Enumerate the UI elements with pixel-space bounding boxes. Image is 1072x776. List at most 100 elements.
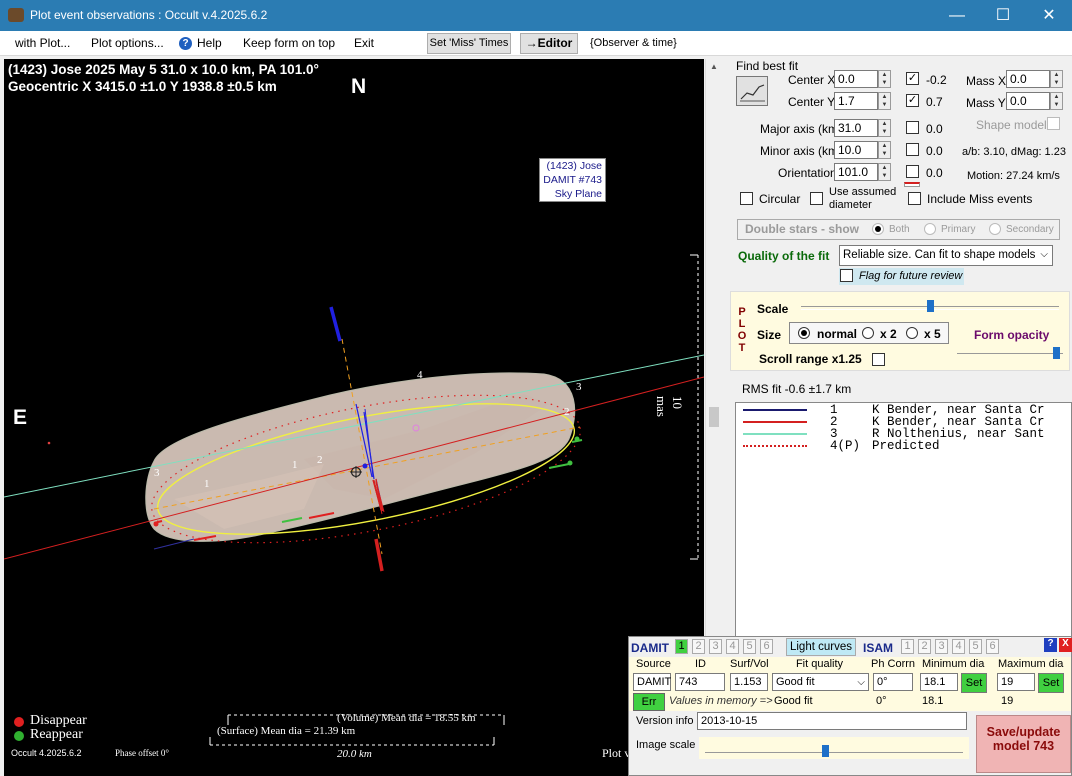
center-y-check[interactable]: ✓ [906, 94, 919, 107]
image-scale-slider-thumb[interactable] [822, 745, 829, 757]
center-x-spinner[interactable]: ▲ ▼ [878, 70, 891, 88]
surf-vol-input[interactable]: 1.153 [730, 673, 768, 691]
orientation-check[interactable] [906, 165, 919, 178]
plot-letter-t: T [738, 342, 746, 354]
id-input[interactable]: 743 [675, 673, 725, 691]
opacity-slider-track[interactable] [957, 353, 1063, 357]
plot-canvas[interactable]: (1423) Jose 2025 May 5 31.0 x 10.0 km, P… [4, 59, 704, 776]
size-x2-radio[interactable] [862, 327, 874, 339]
menu-exit[interactable]: Exit [354, 36, 374, 50]
minor-axis-spinner[interactable]: ▲ ▼ [878, 141, 891, 159]
menu-plot-options[interactable]: Plot options... [91, 36, 164, 50]
isam-tab-6[interactable]: 6 [986, 639, 999, 654]
occult-version-label: Occult 4.2025.6.2 [11, 748, 82, 758]
close-panel-button[interactable]: X [1059, 638, 1072, 652]
center-y-input[interactable]: 1.7 [834, 92, 878, 110]
menu-help[interactable]: Help [197, 36, 222, 50]
ph-corrn-input[interactable]: 0° [873, 673, 913, 691]
observer-list[interactable]: 1K Bender, near Santa Cr 2 K Bender, near … [735, 402, 1072, 639]
primary-radio[interactable] [924, 223, 936, 235]
center-x-check[interactable]: ✓ [906, 72, 919, 85]
image-scale-slider-track[interactable] [705, 752, 963, 755]
mass-y-input[interactable]: 0.0 [1006, 92, 1050, 110]
close-button[interactable]: ✕ [1026, 0, 1072, 31]
observer-time-label[interactable]: {Observer & time} [590, 37, 677, 49]
mass-x-input[interactable]: 0.0 [1006, 70, 1050, 88]
reappear-point [567, 460, 573, 466]
volume-dia-label: (Volume) Mean dia = 18.55 km [337, 712, 476, 724]
max-dia-input[interactable]: 19 [997, 673, 1035, 691]
help-icon[interactable]: ? [179, 37, 192, 50]
source-label: Source [636, 658, 671, 670]
set-max-dia-button[interactable]: Set [1038, 673, 1064, 693]
opacity-slider-thumb[interactable] [1053, 347, 1060, 359]
observer-line-swatch [743, 421, 807, 423]
size-x5-radio[interactable] [906, 327, 918, 339]
major-axis-input[interactable]: 31.0 [834, 119, 878, 137]
fit-quality-select[interactable]: Good fit ⌵ [772, 673, 869, 691]
quality-select[interactable]: Reliable size. Can fit to shape models ⌵ [839, 245, 1053, 266]
diameter-label: diameter [829, 199, 872, 211]
light-curves-button[interactable]: Light curves [786, 638, 856, 656]
use-assumed-check[interactable] [810, 192, 823, 205]
isam-tab-3[interactable]: 3 [935, 639, 948, 654]
menu-keep-on-top[interactable]: Keep form on top [243, 36, 335, 50]
isam-tab-2[interactable]: 2 [918, 639, 931, 654]
asteroid-label-box: (1423) Jose DAMIT #743 Sky Plane [539, 158, 606, 202]
title-bar: Plot event observations : Occult v.4.202… [0, 0, 1072, 31]
set-miss-times-button[interactable]: Set 'Miss' Times [427, 33, 511, 54]
mass-y-spinner[interactable]: ▲ ▼ [1050, 92, 1063, 110]
scroll-range-check[interactable] [872, 353, 885, 366]
maximize-button[interactable]: ☐ [980, 0, 1026, 31]
plot-scrollbar[interactable]: ▲ [705, 59, 722, 639]
damit-tab-3[interactable]: 3 [709, 639, 722, 654]
secondary-radio[interactable] [989, 223, 1001, 235]
plot-header-line1: (1423) Jose 2025 May 5 31.0 x 10.0 km, P… [8, 62, 319, 77]
isam-tab-4[interactable]: 4 [952, 639, 965, 654]
source-input[interactable]: DAMIT [633, 673, 671, 691]
circular-check[interactable] [740, 192, 753, 205]
err-button[interactable]: Err [633, 693, 665, 711]
observer-row[interactable]: 4(P) Predicted [736, 440, 1071, 452]
damit-tab-4[interactable]: 4 [726, 639, 739, 654]
menu-with-plot[interactable]: with Plot... [15, 36, 70, 50]
editor-button[interactable]: →Editor [520, 33, 578, 54]
damit-tab-1[interactable]: 1 [675, 639, 688, 654]
include-miss-label: Include Miss events [927, 192, 1033, 206]
include-miss-check[interactable] [908, 192, 921, 205]
scroll-range-label: Scroll range x1.25 [759, 352, 862, 366]
center-x-input[interactable]: 0.0 [834, 70, 878, 88]
minor-axis-input[interactable]: 10.0 [834, 141, 878, 159]
flag-review-check[interactable] [840, 269, 853, 282]
scrollbar-thumb[interactable] [709, 407, 719, 427]
shape-model-check[interactable] [1047, 117, 1060, 130]
orientation-input[interactable]: 101.0 [834, 163, 878, 181]
image-scale-label: Image scale [636, 739, 696, 751]
min-dia-input[interactable]: 18.1 [920, 673, 958, 691]
color-swatch[interactable] [904, 182, 920, 187]
minimize-button[interactable]: — [934, 0, 980, 31]
south-pole-marker [374, 538, 384, 572]
minor-axis-check[interactable] [906, 143, 919, 156]
size-normal-radio[interactable] [798, 327, 810, 339]
damit-tab-6[interactable]: 6 [760, 639, 773, 654]
isam-tab-1[interactable]: 1 [901, 639, 914, 654]
both-radio[interactable] [872, 223, 884, 235]
find-best-fit-label: Find best fit [736, 59, 799, 73]
scale-slider-thumb[interactable] [927, 300, 934, 312]
center-y-spinner[interactable]: ▲ ▼ [878, 92, 891, 110]
major-axis-spinner[interactable]: ▲ ▼ [878, 119, 891, 137]
version-info-input[interactable]: 2013-10-15 [697, 712, 967, 730]
save-update-button[interactable]: Save/update model 743 [976, 715, 1071, 773]
help-button[interactable]: ? [1044, 638, 1057, 652]
orientation-spinner[interactable]: ▲ ▼ [878, 163, 891, 181]
scroll-up-icon[interactable]: ▲ [710, 62, 718, 71]
mass-x-spinner[interactable]: ▲ ▼ [1050, 70, 1063, 88]
damit-tab-2[interactable]: 2 [692, 639, 705, 654]
major-axis-check[interactable] [906, 121, 919, 134]
find-best-fit-button[interactable] [736, 76, 768, 106]
set-min-dia-button[interactable]: Set [961, 673, 987, 693]
isam-tab-5[interactable]: 5 [969, 639, 982, 654]
plot-version-cut: Plot v [602, 746, 631, 760]
damit-tab-5[interactable]: 5 [743, 639, 756, 654]
